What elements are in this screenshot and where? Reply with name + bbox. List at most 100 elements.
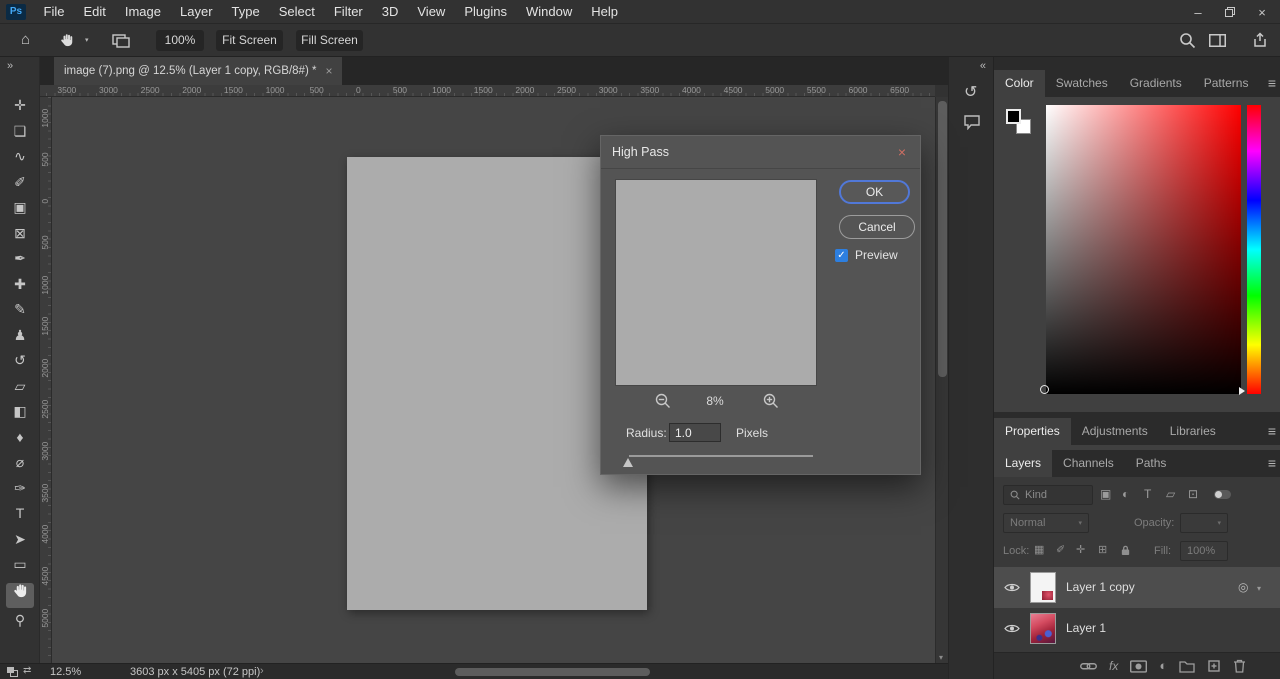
home-icon[interactable]: ⌂ <box>21 31 30 48</box>
status-chevron-icon[interactable]: › <box>260 665 264 677</box>
layer-name[interactable]: Layer 1 <box>1066 608 1106 649</box>
color-field-marker[interactable] <box>1040 385 1049 394</box>
new-layer-icon[interactable] <box>1207 659 1221 673</box>
layer-filter-toggle[interactable] <box>1214 490 1231 499</box>
history-panel-icon[interactable]: ↺ <box>964 85 977 101</box>
hue-marker[interactable] <box>1239 387 1245 395</box>
zoom-100-button[interactable]: 100% <box>156 30 204 51</box>
menu-item[interactable]: Select <box>269 0 324 24</box>
hand-tool[interactable] <box>6 583 34 609</box>
layer-thumbnail[interactable] <box>1030 572 1056 603</box>
panel-menu-icon[interactable]: ≡ <box>1268 70 1276 97</box>
filter-adjustment-layers-icon[interactable]: ◐ <box>1122 487 1129 501</box>
restore-button[interactable] <box>1214 0 1246 24</box>
preview-checkbox[interactable]: ✓ <box>835 249 848 262</box>
crop-tool[interactable]: ▣ <box>6 195 34 221</box>
filter-preview-image[interactable] <box>615 179 817 386</box>
blur-tool[interactable]: ♦ <box>6 425 34 451</box>
screen-mode-icon[interactable] <box>112 34 130 48</box>
lock-transparency-icon[interactable]: ▦ <box>1034 543 1044 556</box>
lock-position-icon[interactable]: ✛ <box>1076 543 1085 556</box>
horizontal-scrollbar-thumb[interactable] <box>455 668 650 676</box>
rectangle-tool[interactable]: ▭ <box>6 552 34 578</box>
tab-layers[interactable]: Layers <box>994 450 1052 477</box>
smart-filter-icon[interactable]: ◎ <box>1238 580 1248 594</box>
pan-mini-icon[interactable]: ⇄ <box>23 665 31 676</box>
collapse-toolbar-icon[interactable]: » <box>7 60 13 72</box>
chevron-down-icon[interactable]: ▾ <box>85 36 89 44</box>
clone-stamp-tool[interactable]: ♟ <box>6 323 34 349</box>
layer-row-selected[interactable]: Layer 1 copy ◎ ▾ <box>994 567 1280 608</box>
layer-mask-icon[interactable] <box>1130 660 1147 673</box>
layer-effects-icon[interactable]: fx <box>1109 659 1118 673</box>
eraser-tool[interactable]: ▱ <box>6 374 34 400</box>
share-icon[interactable] <box>1252 32 1268 48</box>
tab-gradients[interactable]: Gradients <box>1119 70 1193 97</box>
lasso-tool[interactable]: ∿ <box>6 144 34 170</box>
filter-shape-layers-icon[interactable]: ▱ <box>1166 487 1175 501</box>
frame-tool[interactable]: ⊠ <box>6 221 34 247</box>
close-button[interactable]: × <box>1246 0 1278 24</box>
layer-name[interactable]: Layer 1 copy <box>1066 567 1135 608</box>
lock-all-icon[interactable] <box>1120 544 1131 556</box>
tab-properties[interactable]: Properties <box>994 418 1071 445</box>
tab-color[interactable]: Color <box>994 70 1045 97</box>
blend-mode-select[interactable]: Normal▾ <box>1003 513 1089 533</box>
marquee-tool[interactable]: ❏ <box>6 119 34 145</box>
layer-thumbnail[interactable] <box>1030 613 1056 644</box>
scroll-down-icon[interactable]: ▾ <box>939 653 943 662</box>
eyedropper-tool[interactable]: ✒ <box>6 246 34 272</box>
foreground-background-swatches[interactable] <box>1006 109 1038 141</box>
panel-menu-icon[interactable]: ≡ <box>1268 450 1276 477</box>
lock-artboard-icon[interactable]: ⊞ <box>1098 543 1107 556</box>
filter-smart-object-icon[interactable]: ⊡ <box>1188 487 1198 501</box>
workspace-panel-icon[interactable] <box>1209 34 1226 47</box>
dialog-close-icon[interactable]: × <box>893 143 911 161</box>
menu-item[interactable]: Plugins <box>455 0 517 24</box>
scrollbar-thumb[interactable] <box>938 101 947 377</box>
document-tab[interactable]: image (7).png @ 12.5% (Layer 1 copy, RGB… <box>54 57 342 85</box>
menu-item[interactable]: View <box>408 0 455 24</box>
comments-panel-icon[interactable] <box>964 115 980 130</box>
dialog-title-bar[interactable]: High Pass × <box>601 136 920 169</box>
dodge-tool[interactable]: ⌀ <box>6 450 34 476</box>
status-zoom-level[interactable]: 12.5% <box>50 666 81 678</box>
menu-item[interactable]: Filter <box>324 0 372 24</box>
cancel-button[interactable]: Cancel <box>839 215 915 239</box>
menu-item[interactable]: Type <box>222 0 269 24</box>
menu-item[interactable]: Edit <box>74 0 115 24</box>
layer-visibility-eye-icon[interactable] <box>1004 582 1020 593</box>
menu-item[interactable]: File <box>34 0 74 24</box>
zoom-in-icon[interactable] <box>763 393 779 409</box>
menu-item[interactable]: Layer <box>171 0 223 24</box>
delete-layer-icon[interactable] <box>1233 659 1246 673</box>
tab-libraries[interactable]: Libraries <box>1159 418 1227 445</box>
hue-strip[interactable] <box>1247 105 1261 394</box>
vertical-scrollbar[interactable]: ▾ <box>935 97 948 663</box>
zoom-out-icon[interactable] <box>655 393 671 409</box>
minimize-button[interactable]: – <box>1182 0 1214 24</box>
fit-screen-button[interactable]: Fit Screen <box>216 30 283 51</box>
history-brush-tool[interactable]: ↺ <box>6 348 34 374</box>
pen-tool[interactable]: ✑ <box>6 476 34 502</box>
filter-type-layers-icon[interactable]: T <box>1144 487 1151 501</box>
opacity-select[interactable]: ▾ <box>1180 513 1228 533</box>
foreground-color-swatch[interactable] <box>1006 109 1021 124</box>
tab-adjustments[interactable]: Adjustments <box>1071 418 1159 445</box>
brush-tool[interactable]: ✎ <box>6 297 34 323</box>
radius-slider-track[interactable] <box>629 455 813 457</box>
ok-button[interactable]: OK <box>839 180 910 204</box>
layers-mini-icon[interactable] <box>6 666 18 677</box>
chevron-down-icon[interactable]: ▾ <box>1257 584 1261 593</box>
gradient-tool[interactable]: ◧ <box>6 399 34 425</box>
panel-menu-icon[interactable]: ≡ <box>1268 418 1276 445</box>
color-saturation-field[interactable] <box>1046 105 1241 394</box>
layer-filter-kind-select[interactable]: Kind <box>1003 485 1093 505</box>
layer-visibility-eye-icon[interactable] <box>1004 623 1020 634</box>
collapse-panels-icon[interactable]: « <box>980 60 986 72</box>
tab-close-icon[interactable]: × <box>325 64 332 78</box>
layer-row[interactable]: Layer 1 <box>994 608 1280 649</box>
search-icon[interactable] <box>1179 32 1196 49</box>
menu-item[interactable]: Window <box>516 0 581 24</box>
menu-item[interactable]: Image <box>115 0 170 24</box>
